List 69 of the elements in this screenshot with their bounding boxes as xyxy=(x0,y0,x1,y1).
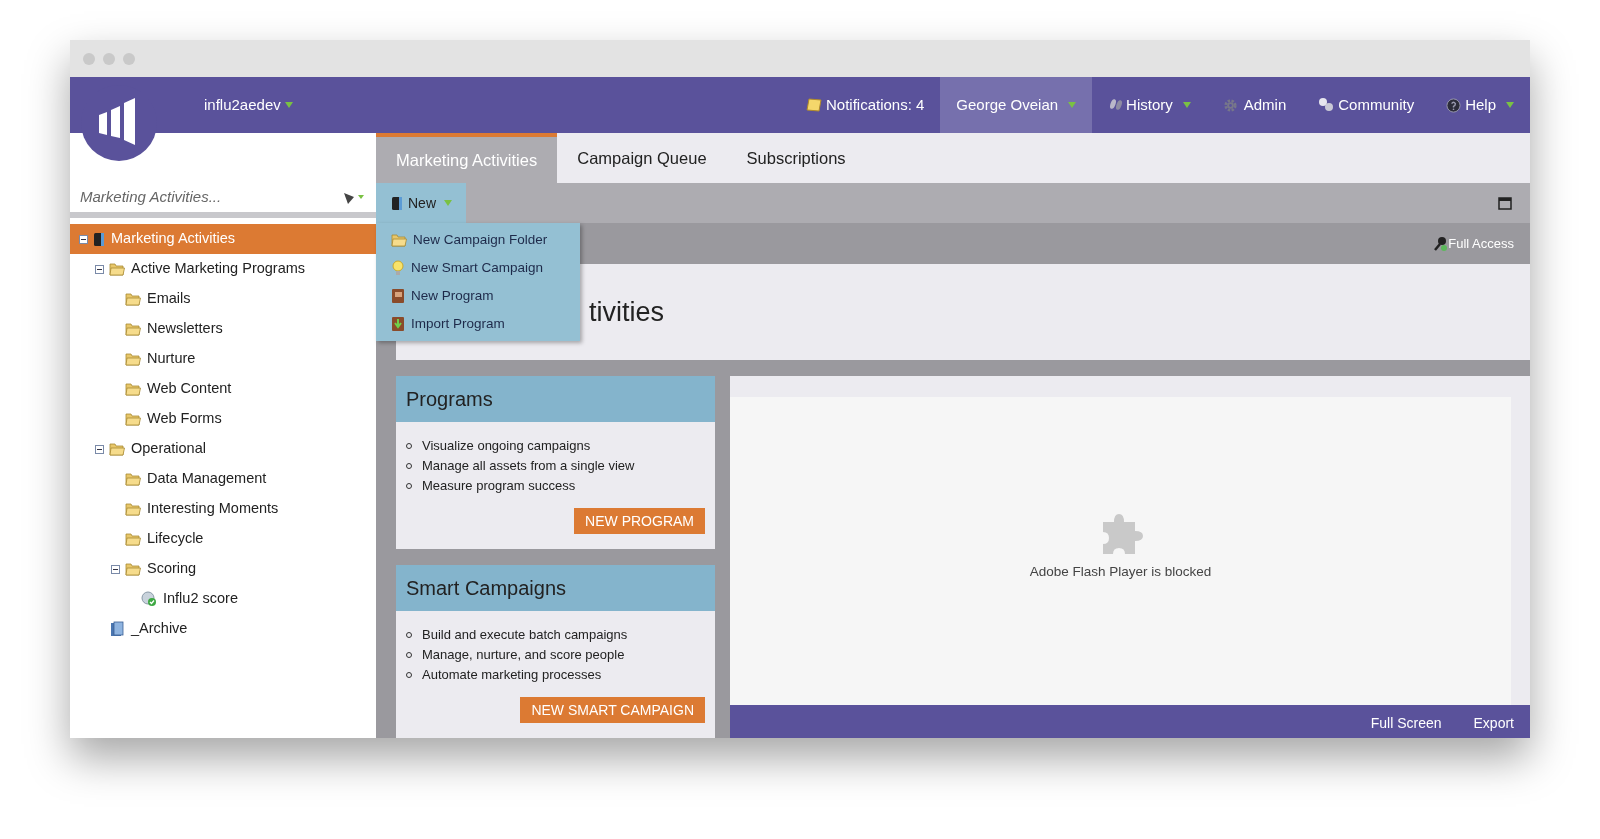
folder-icon xyxy=(109,442,125,456)
nav-item[interactable]: Help xyxy=(1430,77,1530,133)
tree-item[interactable]: Web Content xyxy=(70,374,376,404)
tree-item[interactable]: Scoring xyxy=(70,554,376,584)
page-heading: tivities xyxy=(589,295,664,329)
lightbulb-icon xyxy=(391,260,405,276)
collapse-icon[interactable] xyxy=(95,444,104,454)
bullet-text: Build and execute batch campaigns xyxy=(422,626,628,644)
folder-icon xyxy=(109,262,125,276)
tree-item[interactable]: Operational xyxy=(70,434,376,464)
tree-item[interactable]: Web Forms xyxy=(70,404,376,434)
menu-item[interactable]: New Smart Campaign xyxy=(376,254,580,282)
nav-item[interactable]: History xyxy=(1092,77,1207,133)
access-label: Full Access xyxy=(1448,234,1514,253)
tab[interactable]: Subscriptions xyxy=(726,133,866,183)
folder-icon xyxy=(125,502,141,516)
new-button[interactable]: New xyxy=(376,183,466,223)
tab[interactable]: Campaign Queue xyxy=(557,133,727,183)
footer-link[interactable]: Export xyxy=(1473,713,1514,734)
folder-icon xyxy=(125,562,141,576)
folder-icon xyxy=(125,352,141,366)
bullet-text: Visualize ongoing campaigns xyxy=(422,437,591,455)
tree-item[interactable]: Emails xyxy=(70,284,376,314)
flash-message: Adobe Flash Player is blocked xyxy=(1029,562,1212,581)
folder-icon xyxy=(125,472,141,486)
folder-icon xyxy=(125,382,141,396)
folder-icon xyxy=(125,292,141,306)
nav-item[interactable]: Admin xyxy=(1206,77,1303,133)
folder-icon xyxy=(125,412,141,426)
folder-icon xyxy=(125,322,141,336)
archive-icon xyxy=(109,621,125,637)
folder-icon xyxy=(391,233,407,247)
tree-item[interactable]: Newsletters xyxy=(70,314,376,344)
download-book-icon xyxy=(391,316,405,332)
bullet-text: Manage, nurture, and score people xyxy=(422,646,625,664)
book-icon xyxy=(93,231,105,247)
tree-item[interactable]: Influ2 score xyxy=(70,584,376,614)
key-icon xyxy=(1434,235,1449,252)
card-title: Smart Campaigns xyxy=(396,565,715,611)
menu-item[interactable]: New Program xyxy=(376,282,580,310)
gear-icon xyxy=(1222,97,1238,113)
collapse-icon[interactable] xyxy=(111,564,120,574)
nav-item[interactable]: Community xyxy=(1302,77,1431,133)
account-menu[interactable]: influ2aedev xyxy=(204,77,293,133)
book-icon xyxy=(392,196,402,210)
card-title: Programs xyxy=(396,376,715,422)
bullet-text: Manage all assets from a single view xyxy=(422,457,635,475)
menu-item[interactable]: Import Program xyxy=(376,310,580,338)
footer-link[interactable]: Full Screen xyxy=(1370,713,1442,734)
bullet-text: Automate marketing processes xyxy=(422,666,602,684)
tree-item[interactable]: Lifecycle xyxy=(70,524,376,554)
menu-item[interactable]: New Campaign Folder xyxy=(376,226,580,254)
tree-item[interactable]: Active Marketing Programs xyxy=(70,254,376,284)
globe-check-icon xyxy=(141,591,157,607)
collapse-icon[interactable] xyxy=(95,264,104,274)
note-icon xyxy=(805,98,822,112)
folder-icon xyxy=(125,532,141,546)
tree-item[interactable]: Data Management xyxy=(70,464,376,494)
tree-item[interactable]: Interesting Moments xyxy=(70,494,376,524)
help-icon xyxy=(1446,97,1462,113)
tree-item[interactable]: _Archive xyxy=(70,614,376,644)
window-icon[interactable] xyxy=(1498,196,1512,210)
book-icon xyxy=(391,288,405,304)
search-field[interactable]: Marketing Activities... xyxy=(80,186,342,209)
nav-item[interactable]: George Oveian xyxy=(940,77,1093,133)
collapse-icon[interactable] xyxy=(79,234,88,244)
nav-item[interactable]: Notifications: 4 xyxy=(789,77,941,133)
bullet-text: Measure program success xyxy=(422,477,576,495)
tree-item[interactable]: Nurture xyxy=(70,344,376,374)
